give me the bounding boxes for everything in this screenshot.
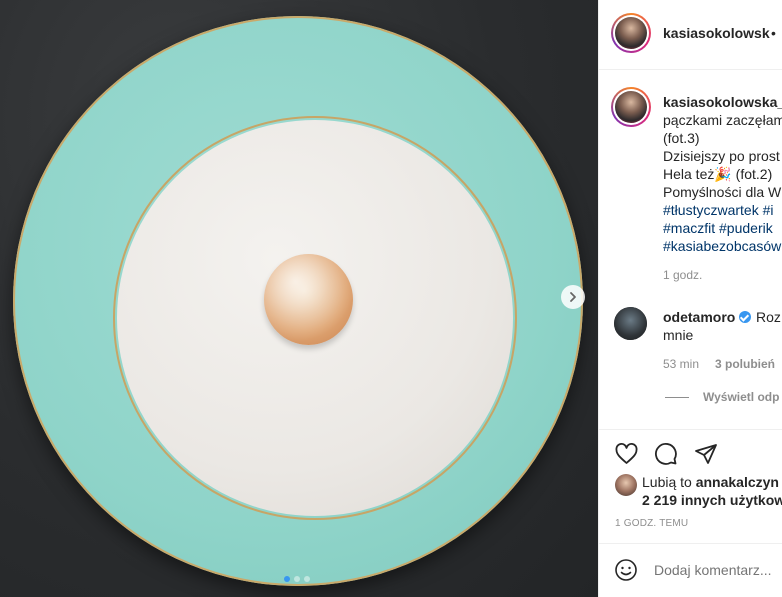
- caption-line: Hela też🎉 (fot.2): [663, 166, 773, 182]
- comment-icon[interactable]: [654, 442, 678, 466]
- post-photo[interactable]: [0, 0, 598, 597]
- heart-icon[interactable]: [614, 442, 639, 466]
- likes-prefix: Lubią to: [642, 474, 692, 490]
- replies-line: [665, 397, 689, 399]
- comment-likes[interactable]: 3 polubień: [715, 357, 775, 371]
- carousel-next-button[interactable]: [561, 285, 585, 309]
- caption-hashtags[interactable]: #maczfit #puderik: [663, 219, 773, 237]
- add-comment-input[interactable]: [654, 562, 782, 578]
- verified-icon: [739, 311, 752, 323]
- carousel-dot: [294, 576, 300, 582]
- post-sidebar: kasiasokolowsk • kasiasokolowska_ pączka…: [598, 0, 782, 597]
- comment-time[interactable]: 53 min: [663, 357, 699, 371]
- carousel-dot: [304, 576, 310, 582]
- caption-line: Pomyślności dla W: [663, 184, 782, 200]
- post-header: kasiasokolowsk •: [599, 0, 782, 70]
- donut: [264, 254, 353, 345]
- view-replies[interactable]: Wyświetl odp: [665, 390, 779, 404]
- caption-line: (fot.3): [663, 130, 700, 146]
- caption-time[interactable]: 1 godz.: [663, 268, 702, 282]
- carousel-dot: [284, 576, 290, 582]
- divider: [599, 543, 782, 544]
- smiley-icon[interactable]: [614, 558, 638, 582]
- commenter-avatar[interactable]: [614, 307, 647, 340]
- caption-hashtags[interactable]: #tłustyczwartek #i: [663, 201, 773, 219]
- caption-username[interactable]: kasiasokolowska_: [663, 94, 782, 110]
- liker-username[interactable]: annakalczyn: [696, 474, 779, 490]
- share-icon[interactable]: [694, 442, 718, 466]
- caption-hashtags[interactable]: #kasiabezobcasów: [663, 237, 781, 255]
- comment-username-text[interactable]: odetamoro: [663, 309, 735, 325]
- likes-others[interactable]: 2 219 innych użytkow: [642, 492, 782, 508]
- powdered-sugar: [264, 254, 353, 345]
- liker-avatar[interactable]: [615, 474, 637, 496]
- comment-username[interactable]: odetamoro: [663, 309, 752, 325]
- caption-line: Dzisiejszy po prost: [663, 148, 780, 164]
- divider: [599, 429, 782, 430]
- likes-line: Lubią to annakalczyn: [642, 474, 779, 490]
- carousel-dots: [284, 576, 310, 582]
- chevron-right-icon: [570, 292, 576, 302]
- comment-text: mnie: [663, 327, 694, 343]
- header-username[interactable]: kasiasokolowsk: [663, 25, 770, 41]
- post-time[interactable]: 1 GODZ. TEMU: [615, 518, 688, 529]
- header-separator: •: [771, 25, 776, 41]
- view-replies-label[interactable]: Wyświetl odp: [703, 390, 779, 404]
- caption-avatar[interactable]: [611, 87, 651, 127]
- caption-line: pączkami zaczęłam: [663, 112, 782, 128]
- comment-text: Roz: [756, 309, 781, 325]
- avatar[interactable]: [611, 13, 651, 53]
